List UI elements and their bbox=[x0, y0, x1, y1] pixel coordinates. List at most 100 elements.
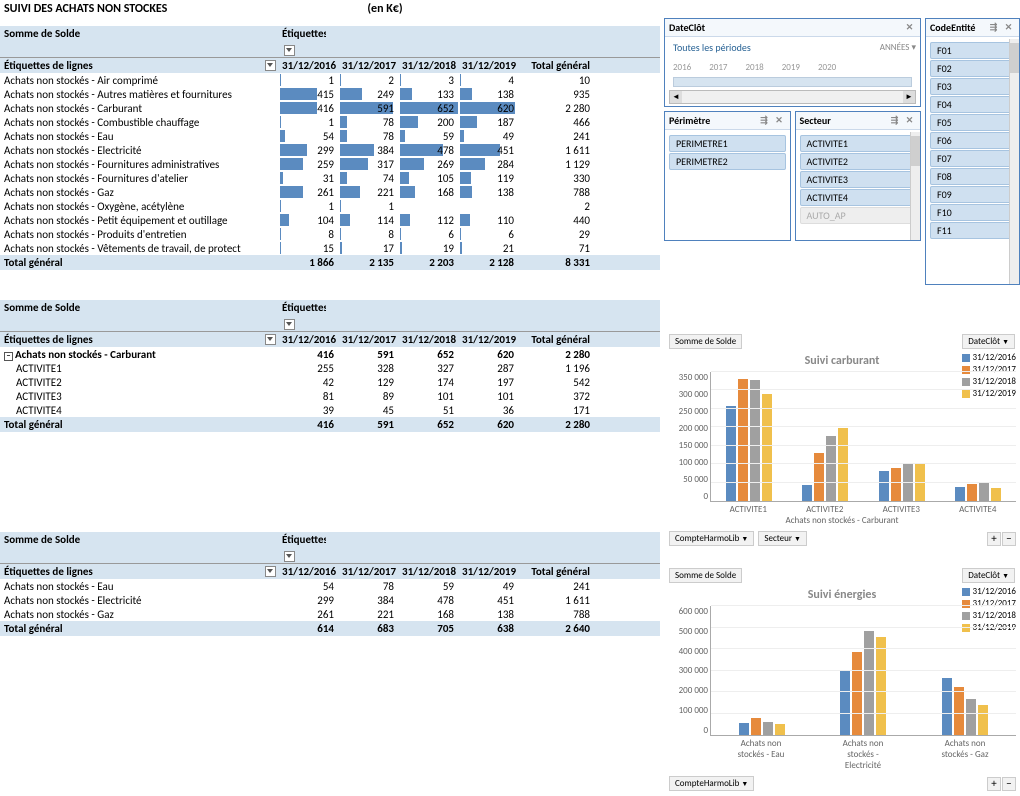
chart-field-button[interactable]: Secteur▼ bbox=[758, 531, 807, 546]
slicer-item[interactable]: PERIMETRE2 bbox=[669, 153, 786, 170]
multi-select-icon[interactable]: ⇶ bbox=[987, 21, 1000, 34]
cell: 299 bbox=[280, 593, 340, 607]
chart-field-button[interactable]: DateClôt▼ bbox=[962, 334, 1015, 349]
bar[interactable] bbox=[802, 485, 812, 501]
multi-select-icon[interactable]: ⇶ bbox=[758, 114, 771, 127]
row-dropdown[interactable] bbox=[265, 566, 276, 577]
clear-filter-icon[interactable]: ✕ bbox=[903, 114, 916, 127]
chart-carburant[interactable]: Somme de Solde DateClôt▼ Suivi carburant… bbox=[664, 329, 1020, 551]
slicer-item[interactable]: AUTO_AP bbox=[800, 207, 917, 224]
slicer-item[interactable]: F11 bbox=[930, 222, 1015, 239]
bar[interactable] bbox=[826, 436, 836, 501]
slicer-scrollbar[interactable] bbox=[910, 132, 920, 240]
zoom-in-icon[interactable]: + bbox=[987, 777, 1001, 791]
bar[interactable] bbox=[879, 471, 889, 501]
bar[interactable] bbox=[991, 488, 1001, 501]
slicer-item[interactable]: F07 bbox=[930, 150, 1015, 167]
clear-filter-icon[interactable]: ✕ bbox=[1002, 21, 1015, 34]
multi-select-icon[interactable]: ⇶ bbox=[888, 114, 901, 127]
chart-field-button[interactable]: CompteHarmoLib▼ bbox=[669, 531, 754, 546]
clear-filter-icon[interactable]: ✕ bbox=[903, 21, 916, 34]
slicer-item[interactable]: ACTIVITE2 bbox=[800, 153, 917, 170]
col-year[interactable]: 31/12/2018 bbox=[400, 58, 460, 73]
slicer-item[interactable]: F01 bbox=[930, 42, 1015, 59]
col-year[interactable]: 31/12/2016 bbox=[280, 332, 340, 347]
bar[interactable] bbox=[751, 718, 761, 735]
cell: 221 bbox=[340, 607, 400, 621]
bar[interactable] bbox=[840, 670, 850, 735]
bar[interactable] bbox=[955, 487, 965, 501]
scroll-left-icon[interactable]: ◄ bbox=[670, 91, 682, 103]
bar[interactable] bbox=[967, 484, 977, 501]
bar[interactable] bbox=[978, 705, 988, 735]
bar[interactable] bbox=[979, 482, 989, 501]
slicer-item[interactable]: ACTIVITE1 bbox=[800, 135, 917, 152]
col-year[interactable]: 31/12/2017 bbox=[340, 58, 400, 73]
bar[interactable] bbox=[750, 380, 760, 501]
col-year[interactable]: 31/12/2017 bbox=[340, 564, 400, 579]
timeline-unit[interactable]: ANNÉES bbox=[880, 42, 910, 53]
slicer-item[interactable]: F09 bbox=[930, 186, 1015, 203]
bar[interactable] bbox=[814, 453, 824, 501]
bar[interactable] bbox=[838, 428, 848, 501]
group-header[interactable]: Achats non stockés - Carburant bbox=[15, 348, 156, 361]
col-year[interactable]: 31/12/2018 bbox=[400, 564, 460, 579]
timeline-bar[interactable] bbox=[673, 77, 912, 87]
x-tick: ACTIVITE1 bbox=[715, 504, 782, 515]
timeline-scroll[interactable]: ◄► bbox=[669, 90, 916, 104]
col-dropdown[interactable] bbox=[284, 45, 295, 56]
bar[interactable] bbox=[726, 406, 736, 501]
slicer-item[interactable]: F04 bbox=[930, 96, 1015, 113]
legend-item[interactable]: 31/12/2016 bbox=[962, 586, 1016, 597]
col-year[interactable]: 31/12/2017 bbox=[340, 332, 400, 347]
zoom-out-icon[interactable]: − bbox=[1002, 777, 1016, 791]
bar[interactable] bbox=[852, 652, 862, 735]
slicer-item[interactable]: ACTIVITE4 bbox=[800, 189, 917, 206]
col-year[interactable]: 31/12/2019 bbox=[460, 332, 520, 347]
col-year[interactable]: 31/12/2019 bbox=[460, 564, 520, 579]
timeline-period-link[interactable]: Toutes les périodes bbox=[669, 39, 755, 56]
collapse-icon[interactable]: − bbox=[4, 352, 13, 361]
scroll-right-icon[interactable]: ► bbox=[903, 91, 915, 103]
col-year[interactable]: 31/12/2016 bbox=[280, 564, 340, 579]
slicer-item[interactable]: F08 bbox=[930, 168, 1015, 185]
cell: 59 bbox=[400, 579, 460, 593]
slicer-item[interactable]: F05 bbox=[930, 114, 1015, 131]
row-dropdown[interactable] bbox=[265, 60, 276, 71]
col-year[interactable]: 31/12/2019 bbox=[460, 58, 520, 73]
bar[interactable] bbox=[876, 637, 886, 735]
row-dropdown[interactable] bbox=[265, 334, 276, 345]
col-year[interactable]: 31/12/2016 bbox=[280, 58, 340, 73]
slicer-item[interactable]: F02 bbox=[930, 60, 1015, 77]
col-dropdown[interactable] bbox=[284, 319, 295, 330]
col-dropdown[interactable] bbox=[284, 551, 295, 562]
bar[interactable] bbox=[738, 379, 748, 501]
bar[interactable] bbox=[762, 394, 772, 501]
bar[interactable] bbox=[763, 722, 773, 735]
bar[interactable] bbox=[966, 699, 976, 735]
slicer-item[interactable]: F10 bbox=[930, 204, 1015, 221]
bar[interactable] bbox=[891, 468, 901, 501]
col-year[interactable]: 31/12/2018 bbox=[400, 332, 460, 347]
clear-filter-icon[interactable]: ✕ bbox=[773, 114, 786, 127]
legend-item[interactable]: 31/12/2016 bbox=[962, 352, 1016, 363]
chart-field-button[interactable]: CompteHarmoLib▼ bbox=[669, 776, 754, 791]
chevron-down-icon[interactable]: ▾ bbox=[911, 42, 916, 53]
chart-measure-button[interactable]: Somme de Solde bbox=[669, 568, 742, 583]
slicer-scrollbar[interactable] bbox=[1009, 39, 1019, 284]
zoom-out-icon[interactable]: − bbox=[1002, 532, 1016, 546]
slicer-item[interactable]: ACTIVITE3 bbox=[800, 171, 917, 188]
bar[interactable] bbox=[954, 687, 964, 735]
bar[interactable] bbox=[942, 678, 952, 735]
chart-field-button[interactable]: DateClôt▼ bbox=[962, 568, 1015, 583]
slicer-item[interactable]: F06 bbox=[930, 132, 1015, 149]
bar[interactable] bbox=[864, 631, 874, 735]
bar[interactable] bbox=[739, 723, 749, 735]
bar[interactable] bbox=[775, 724, 785, 735]
chart-energies[interactable]: Somme de Solde DateClôt▼ Suivi énergies … bbox=[664, 563, 1020, 796]
chart-measure-button[interactable]: Somme de Solde bbox=[669, 334, 742, 349]
zoom-in-icon[interactable]: + bbox=[987, 532, 1001, 546]
cell: 6 bbox=[460, 227, 520, 241]
slicer-item[interactable]: F03 bbox=[930, 78, 1015, 95]
slicer-item[interactable]: PERIMETRE1 bbox=[669, 135, 786, 152]
